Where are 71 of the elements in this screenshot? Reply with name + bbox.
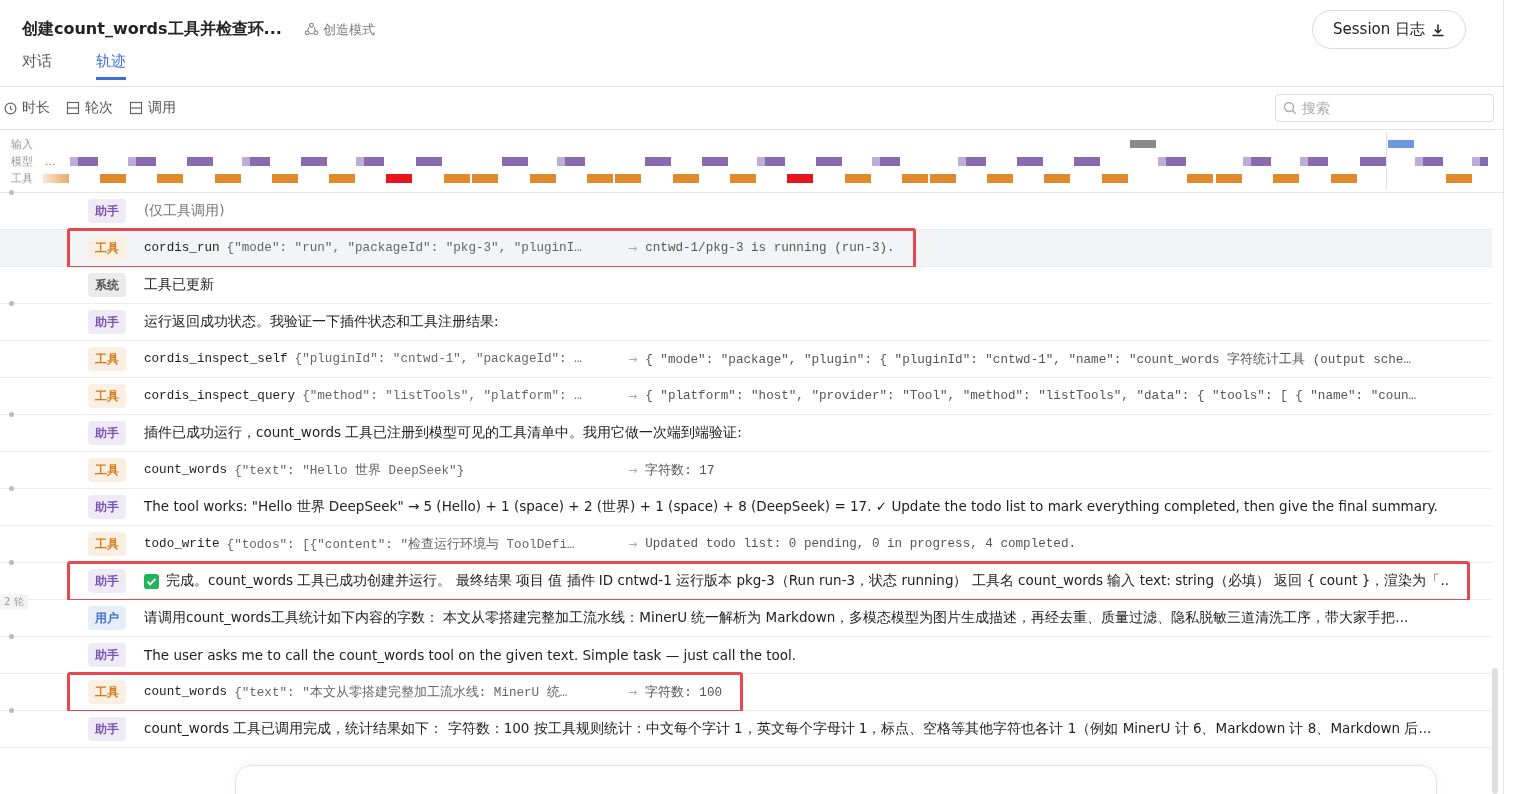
panel-icon — [129, 101, 143, 115]
check-icon — [144, 573, 159, 589]
role-tag: 系统 — [88, 273, 126, 297]
role-tag: 工具 — [88, 532, 126, 556]
role-tag: 助手 — [88, 643, 126, 667]
role-tag: 助手 — [88, 495, 126, 519]
message-text: (仅工具调用) — [144, 202, 225, 220]
tool-result: 字符数: 17 — [645, 462, 715, 479]
tool-result: 字符数: 100 — [645, 684, 722, 701]
message-text: The user asks me to call the count_words tool on the given text. Simple task — just call the tool. — [144, 647, 797, 663]
search-icon — [1283, 101, 1297, 115]
tool-name: cordis_inspect_self — [144, 352, 288, 366]
role-tag: 工具 — [88, 347, 126, 371]
filter-button[interactable]: 调用 — [129, 99, 176, 117]
message-text: 工具已更新 — [144, 276, 214, 294]
arrow-text: → — [628, 389, 638, 403]
tool-name: cordis_inspect_query — [144, 389, 296, 403]
clock-icon — [4, 101, 17, 115]
cycle-icon — [303, 22, 319, 37]
turn-label: 2 轮 — [0, 594, 28, 610]
tool-name: count_words — [144, 685, 228, 699]
role-tag: 助手 — [88, 310, 126, 334]
download-icon — [1431, 22, 1445, 37]
arrow-text: → — [628, 241, 638, 255]
lane-label: 输入 — [11, 136, 33, 153]
conversation-title: 创建count_words工具并检查环... — [22, 19, 282, 40]
tool-result: Updated todo list: 0 pending, 0 in progress, 4 completed. — [645, 537, 1076, 551]
tool-arguments: {"pluginId": "cntwd-1", "packageId": … — [294, 352, 582, 366]
tool-result: { "platform": "host", "provider": "Tool", "method": "listTools", "data": { "tools": [ { "name": "coun… — [645, 389, 1417, 403]
arrow-text: → — [628, 537, 638, 551]
tool-name: todo_write — [144, 537, 220, 551]
tab[interactable]: 对话 — [22, 52, 52, 80]
filter-button[interactable]: 轮次 — [66, 99, 113, 117]
message-text: 完成。count_words 工具已成功创建并运行。 最终结果 项目 值 插件 ID cntwd-1 运行版本 pkg-3（Run run-3，状态 running） 工具名 count_words 输入 text: string（必填） 返回 { count }，渲染为「.. — [166, 572, 1449, 590]
message-text: count_words 工具已调用完成，统计结果如下： 字符数：100 按工具规则统计：中文每个字计 1，英文每个字母计 1，标点、空格等其他字符也各计 1（例如 MinerU 计 6、Markdown 计 8、Markdown 后... — [144, 720, 1432, 738]
tool-result: cntwd-1/pkg-3 is running (run-3). — [645, 241, 895, 255]
role-tag: 助手 — [88, 717, 126, 741]
scrollbar[interactable] — [1492, 668, 1498, 794]
lane-label: 工具 — [11, 170, 33, 187]
tool-arguments: {"text": "Hello 世界 DeepSeek"} — [234, 462, 465, 479]
tool-arguments: {"todos": [{"content": "检查运行环境与 ToolDefi… — [226, 536, 575, 553]
arrow-text: → — [628, 463, 638, 477]
session-log-button[interactable]: Session 日志 — [1312, 10, 1466, 49]
lane-label: 模型 — [11, 153, 33, 170]
tool-name: cordis_run — [144, 241, 220, 255]
message-text: 请调用count_words工具统计如下内容的字数： 本文从零搭建完整加工流水线：MinerU 统一解析为 Markdown，多模态模型为图片生成描述，再经去重、质量过滤、隐私脱敏三道清洗工序，带大家手把... — [144, 609, 1409, 627]
role-tag: 助手 — [88, 569, 126, 593]
filter-button[interactable]: 时长 — [4, 99, 50, 117]
tool-result: { "mode": "package", "plugin": { "pluginId": "cntwd-1", "name": "count_words 字符统计工具 (output sche… — [645, 351, 1411, 368]
role-tag: 助手 — [88, 421, 126, 445]
role-tag: 工具 — [88, 384, 126, 408]
more-text: ... — [45, 155, 56, 168]
message-text: The tool works: "Hello 世界 DeepSeek" → 5 (Hello) + 1 (space) + 2 (世界) + 1 (space) + 8 (DeepSeek) = 17. ✓ Update the todo list to mark everything completed, then give the final summary. — [144, 498, 1438, 516]
role-tag: 工具 — [88, 458, 126, 482]
message-text: 插件已成功运行，count_words 工具已注册到模型可见的工具清单中。我用它做一次端到端验证: — [144, 424, 742, 442]
role-tag: 工具 — [88, 680, 126, 704]
tool-arguments: {"text": "本文从零搭建完整加工流水线: MinerU 统… — [234, 684, 568, 701]
selected-row[interactable]: 工具 cordis_run {"mode": "run", "packageId": "pkg-3", "pluginI… → cntwd-1/pkg-3 is running (run-3). — [0, 230, 1492, 267]
panel-icon — [66, 101, 80, 115]
arrow-text: → — [628, 685, 638, 699]
tool-arguments: {"mode": "run", "packageId": "pkg-3", "pluginI… — [226, 241, 582, 255]
tool-arguments: {"method": "listTools", "platform": … — [302, 389, 582, 403]
message-text: 运行返回成功状态。我验证一下插件状态和工具注册结果: — [144, 313, 499, 331]
search-field[interactable]: 搜索 — [1275, 94, 1494, 122]
arrow-text: → — [628, 352, 638, 366]
role-tag: 工具 — [88, 236, 126, 260]
role-tag: 用户 — [88, 606, 126, 630]
tab[interactable]: 轨迹 — [96, 52, 126, 80]
tool-name: count_words — [144, 463, 228, 477]
mode-label: 创造模式 — [322, 20, 375, 39]
role-tag: 助手 — [88, 199, 126, 223]
